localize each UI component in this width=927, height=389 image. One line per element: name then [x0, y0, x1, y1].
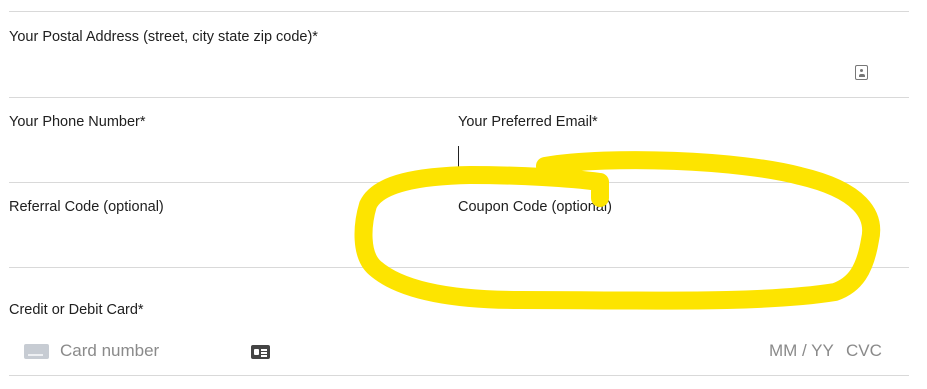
phone-label: Your Phone Number* [9, 114, 146, 130]
email-input[interactable] [458, 140, 908, 178]
divider-codes [9, 267, 909, 268]
credit-card-icon [24, 344, 49, 359]
coupon-label: Coupon Code (optional) [458, 199, 612, 215]
address-label: Your Postal Address (street, city state … [9, 29, 318, 45]
contact-autofill-icon[interactable] [855, 65, 868, 80]
email-label: Your Preferred Email* [458, 114, 598, 130]
address-input[interactable] [9, 52, 849, 92]
coupon-input[interactable] [458, 225, 908, 263]
card-label: Credit or Debit Card* [9, 302, 144, 318]
divider-card [9, 375, 909, 376]
card-cvc-placeholder[interactable]: CVC [846, 341, 882, 361]
referral-input[interactable] [9, 225, 439, 263]
divider-contact [9, 182, 909, 183]
text-cursor [458, 146, 459, 172]
divider-top [9, 11, 909, 12]
divider-address [9, 97, 909, 98]
referral-label: Referral Code (optional) [9, 199, 164, 215]
card-number-placeholder[interactable]: Card number [60, 341, 159, 361]
phone-input[interactable] [9, 140, 439, 178]
contact-card-icon[interactable] [251, 345, 270, 359]
card-expiry-placeholder[interactable]: MM / YY [769, 341, 834, 361]
